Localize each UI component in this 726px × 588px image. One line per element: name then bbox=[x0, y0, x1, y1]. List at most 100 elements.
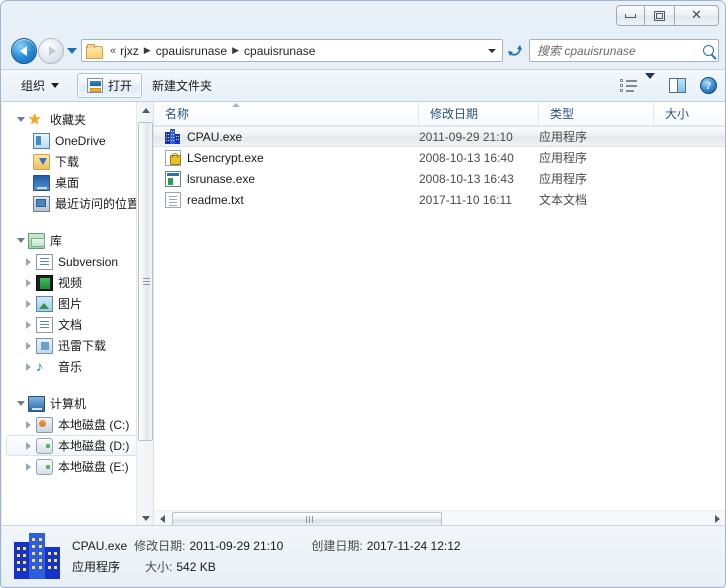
expand-toggle-icon[interactable] bbox=[23, 420, 34, 429]
address-dropdown-button[interactable] bbox=[484, 48, 500, 53]
expand-toggle-icon[interactable] bbox=[23, 341, 34, 350]
file-modified: 2008-10-13 16:40 bbox=[419, 150, 514, 165]
music-icon: ♪ bbox=[36, 357, 43, 374]
breadcrumb-separator-icon[interactable]: ▶ bbox=[227, 45, 244, 56]
change-view-button[interactable] bbox=[620, 72, 655, 93]
sidebar-item-drive-c[interactable]: 本地磁盘 (C:) bbox=[6, 414, 149, 435]
organize-button[interactable]: 组织 bbox=[11, 73, 69, 98]
column-header-name[interactable]: 名称 bbox=[154, 102, 419, 125]
back-arrow-icon bbox=[19, 45, 27, 56]
sidebar-item-thunder-download[interactable]: 迅雷下载 bbox=[6, 335, 149, 356]
table-row[interactable]: readme.txt 2017-11-10 16:11 文本文档 bbox=[154, 189, 725, 210]
recent-locations-button[interactable] bbox=[64, 38, 79, 64]
details-line-1: CPAU.exe 修改日期: 2011-09-29 21:10 创建日期: 20… bbox=[72, 537, 461, 554]
videos-icon bbox=[36, 274, 53, 291]
table-row[interactable]: LSencrypt.exe 2008-10-13 16:40 应用程序 bbox=[154, 147, 725, 168]
breadcrumb[interactable]: « rjxz ▶ cpauisrunase ▶ cpauisrunase bbox=[81, 39, 503, 62]
view-options-icon bbox=[620, 78, 638, 93]
navigation-scrollbar[interactable] bbox=[136, 102, 153, 527]
chevron-down-icon bbox=[51, 83, 60, 88]
details-created-value: 2017-11-24 12:12 bbox=[366, 539, 461, 553]
table-row[interactable]: lsrunase.exe 2008-10-13 16:43 应用程序 bbox=[154, 168, 725, 189]
restore-button[interactable] bbox=[645, 5, 674, 26]
minimize-icon bbox=[625, 13, 636, 18]
open-icon bbox=[87, 78, 104, 93]
expand-toggle-icon[interactable] bbox=[23, 462, 34, 471]
sidebar-item-documents[interactable]: 文档 bbox=[6, 314, 149, 335]
toolbar: 组织 打开 新建文件夹 ? bbox=[1, 69, 725, 102]
breadcrumb-item-1[interactable]: cpauisrunase bbox=[156, 44, 227, 58]
file-name-cell[interactable]: LSencrypt.exe bbox=[154, 149, 419, 166]
expand-toggle-icon[interactable] bbox=[23, 257, 34, 266]
sidebar-item-downloads[interactable]: 下载 bbox=[6, 151, 149, 172]
file-type: 应用程序 bbox=[539, 151, 588, 165]
file-name-cell[interactable]: lsrunase.exe bbox=[154, 170, 419, 187]
file-rows: CPAU.exe 2011-09-29 21:10 应用程序 LSencrypt… bbox=[154, 126, 725, 210]
column-header-modified[interactable]: 修改日期 bbox=[419, 102, 539, 125]
expand-toggle-icon[interactable] bbox=[23, 362, 34, 371]
triangle-down-icon bbox=[141, 516, 150, 521]
file-name: readme.txt bbox=[187, 192, 244, 207]
details-size-value: 542 KB bbox=[176, 560, 216, 574]
search-input[interactable]: 搜索 cpauisrunase bbox=[537, 42, 703, 59]
sidebar-item-drive-d[interactable]: 本地磁盘 (D:) bbox=[6, 435, 149, 456]
expand-toggle-icon[interactable] bbox=[23, 320, 34, 329]
help-button[interactable]: ? bbox=[700, 77, 717, 94]
text-document-icon bbox=[165, 191, 181, 208]
open-button[interactable]: 打开 bbox=[77, 73, 143, 98]
expand-toggle-icon[interactable] bbox=[23, 441, 34, 450]
sidebar-item-recent-places[interactable]: 最近访问的位置 bbox=[6, 193, 149, 214]
column-header-size[interactable]: 大小 bbox=[654, 102, 725, 125]
refresh-button[interactable] bbox=[504, 39, 526, 62]
triangle-right-icon bbox=[715, 515, 720, 523]
scrollbar-thumb[interactable] bbox=[138, 122, 153, 441]
chevron-down-icon bbox=[645, 72, 655, 93]
search-box[interactable]: 搜索 cpauisrunase bbox=[529, 39, 719, 62]
new-folder-button[interactable]: 新建文件夹 bbox=[142, 73, 222, 98]
triangle-left-icon bbox=[160, 515, 165, 523]
sidebar-item-drive-e[interactable]: 本地磁盘 (E:) bbox=[6, 456, 149, 477]
breadcrumb-separator-icon[interactable]: ▶ bbox=[139, 45, 156, 56]
breadcrumb-overflow-chevron[interactable]: « bbox=[106, 45, 120, 57]
search-icon[interactable] bbox=[703, 45, 714, 56]
back-button[interactable] bbox=[11, 37, 37, 64]
sidebar-item-label: OneDrive bbox=[55, 133, 106, 148]
breadcrumb-item-2[interactable]: cpauisrunase bbox=[244, 44, 315, 58]
sidebar-item-music[interactable]: ♪ 音乐 bbox=[6, 356, 149, 377]
expand-toggle-icon[interactable] bbox=[23, 299, 34, 308]
forward-button[interactable] bbox=[38, 37, 64, 64]
sidebar-item-subversion[interactable]: Subversion bbox=[6, 251, 149, 272]
details-file-name: CPAU.exe bbox=[72, 539, 128, 553]
details-modified-label: 修改日期: bbox=[134, 539, 186, 553]
sidebar-item-favorites[interactable]: ★ 收藏夹 bbox=[6, 109, 149, 130]
scroll-up-button[interactable] bbox=[137, 102, 153, 119]
toolbar-right-group: ? bbox=[620, 72, 725, 94]
sidebar-item-onedrive[interactable]: OneDrive bbox=[6, 130, 149, 151]
sidebar-item-desktop[interactable]: 桌面 bbox=[6, 172, 149, 193]
navigation-pane: ★ 收藏夹 OneDrive 下载 桌面 最近访问的位置 库 Subversio… bbox=[2, 102, 153, 527]
file-name-cell[interactable]: CPAU.exe bbox=[154, 128, 419, 145]
expand-toggle-icon[interactable] bbox=[15, 238, 26, 243]
close-button[interactable]: ✕ bbox=[674, 5, 719, 26]
open-label: 打开 bbox=[108, 79, 133, 93]
content-area: ★ 收藏夹 OneDrive 下载 桌面 最近访问的位置 库 Subversio… bbox=[2, 102, 725, 527]
chevron-down-icon bbox=[488, 48, 496, 53]
sidebar-item-computer[interactable]: 计算机 bbox=[6, 393, 149, 414]
expand-toggle-icon[interactable] bbox=[15, 117, 26, 122]
breadcrumb-item-0[interactable]: rjxz bbox=[120, 44, 139, 58]
preview-pane-button[interactable] bbox=[669, 78, 686, 93]
file-name-cell[interactable]: readme.txt bbox=[154, 191, 419, 208]
sidebar-item-libraries[interactable]: 库 bbox=[6, 230, 149, 251]
table-row[interactable]: CPAU.exe 2011-09-29 21:10 应用程序 bbox=[154, 126, 725, 147]
help-glyph: ? bbox=[705, 79, 712, 92]
sidebar-item-label: 图片 bbox=[58, 297, 83, 311]
sidebar-item-pictures[interactable]: 图片 bbox=[6, 293, 149, 314]
column-header-type[interactable]: 类型 bbox=[539, 102, 654, 125]
file-name: lsrunase.exe bbox=[187, 171, 256, 186]
expand-toggle-icon[interactable] bbox=[23, 278, 34, 287]
minimize-button[interactable] bbox=[616, 5, 645, 26]
chevron-down-icon bbox=[66, 47, 77, 54]
expand-toggle-icon[interactable] bbox=[15, 401, 26, 406]
sidebar-item-videos[interactable]: 视频 bbox=[6, 272, 149, 293]
